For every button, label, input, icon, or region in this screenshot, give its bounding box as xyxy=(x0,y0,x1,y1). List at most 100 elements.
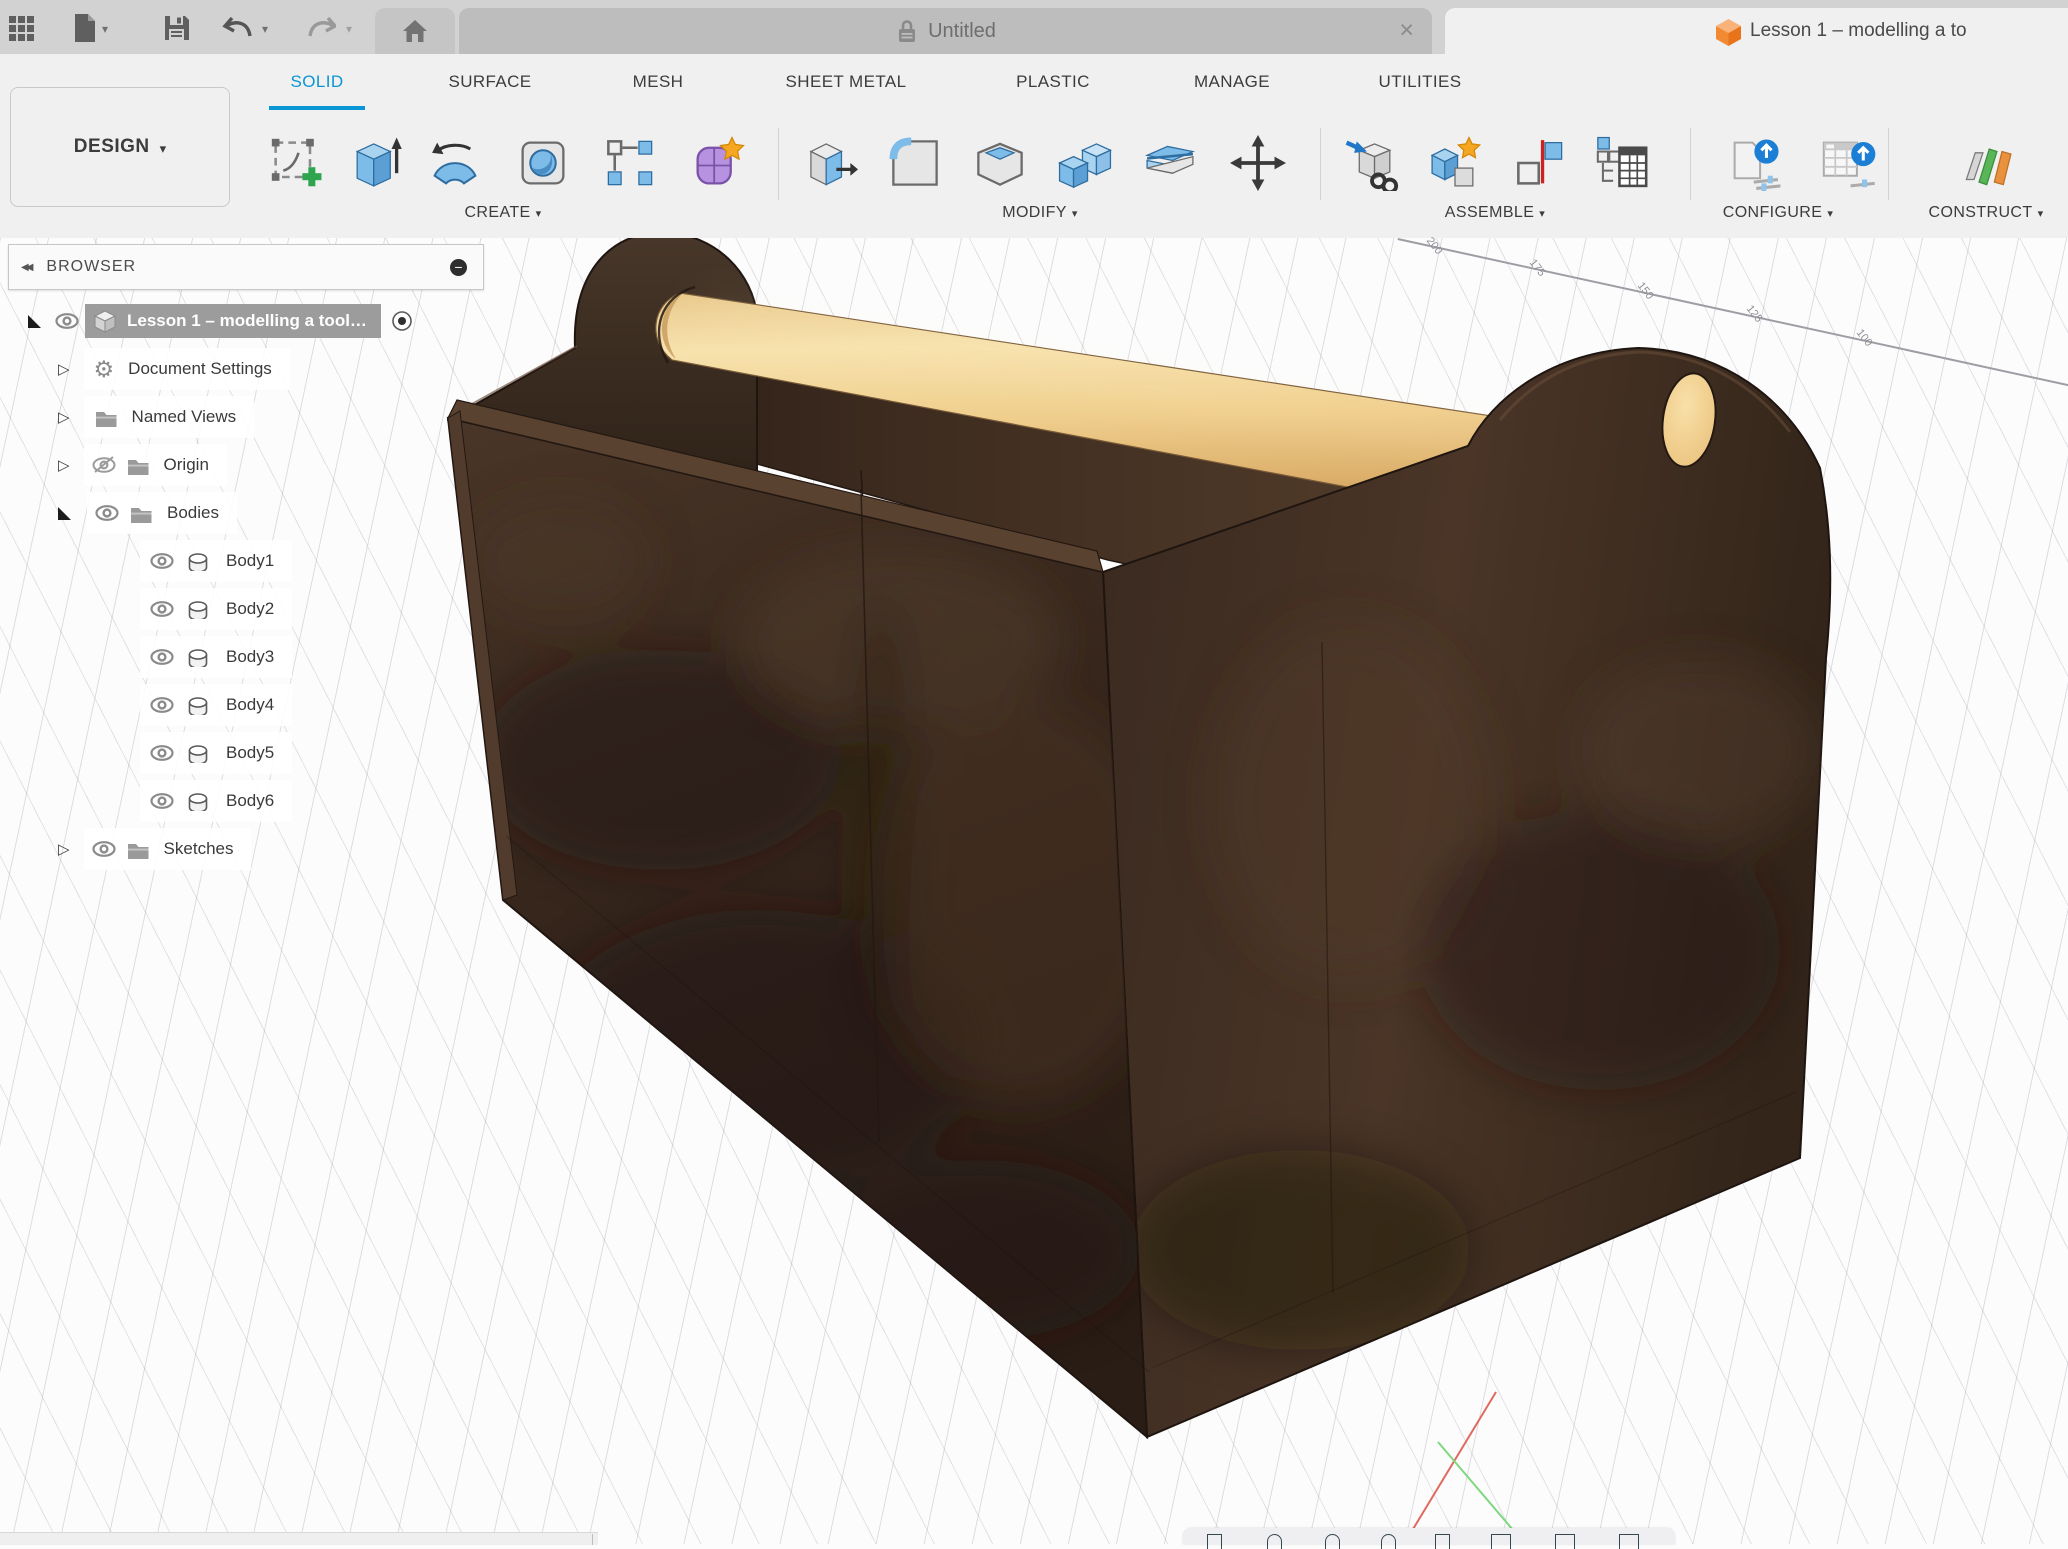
activate-radio-icon[interactable] xyxy=(391,310,413,332)
browser-item-body4[interactable]: Body4 xyxy=(140,684,292,726)
combine-button[interactable] xyxy=(1050,128,1120,198)
visibility-eye-icon[interactable] xyxy=(92,840,116,859)
collapsed-arrow-icon[interactable]: ▷ xyxy=(58,410,70,425)
fusion360-window: { "icons": { "caret_down": "▾", "close":… xyxy=(0,0,2068,1544)
offset-face-button[interactable] xyxy=(1135,128,1205,198)
group-divider xyxy=(1320,128,1321,200)
configuration-button[interactable] xyxy=(1720,128,1790,198)
browser-item-body5[interactable]: Body5 xyxy=(140,732,292,774)
display-settings-icon[interactable] xyxy=(1491,1534,1511,1549)
create-form-button[interactable] xyxy=(683,128,753,198)
group-construct[interactable]: CONSTRUCT▾ xyxy=(1929,204,2044,222)
browser-item-body2[interactable]: Body2 xyxy=(140,588,292,630)
shell-button[interactable] xyxy=(965,128,1035,198)
view-home-icon[interactable] xyxy=(1207,1534,1222,1549)
tree-item-label: Body3 xyxy=(226,647,274,667)
group-configure[interactable]: CONFIGURE▾ xyxy=(1723,204,1834,222)
ribbon-tab-plastic[interactable]: PLASTIC xyxy=(1016,72,1090,92)
zoom-icon[interactable] xyxy=(1381,1534,1396,1549)
visibility-eye-icon[interactable] xyxy=(55,312,79,331)
visibility-eye-icon[interactable] xyxy=(150,648,174,667)
app-launcher-grid-icon[interactable] xyxy=(6,13,36,43)
visibility-eye-icon[interactable] xyxy=(150,744,174,763)
undo-history-caret-icon[interactable]: ▾ xyxy=(262,22,268,36)
file-menu-caret-icon[interactable]: ▾ xyxy=(102,22,108,36)
orbit-icon[interactable] xyxy=(1267,1534,1282,1549)
group-assemble[interactable]: ASSEMBLE▾ xyxy=(1445,204,1545,222)
joint-component-button[interactable] xyxy=(1420,128,1490,198)
document-tab-untitled[interactable]: Untitled × xyxy=(459,8,1432,54)
tree-item-label: Sketches xyxy=(164,839,234,859)
tree-item-label: Body6 xyxy=(226,791,274,811)
browser-item-body6[interactable]: Body6 xyxy=(140,780,292,822)
pan-icon[interactable] xyxy=(1325,1534,1340,1549)
press-pull-button[interactable] xyxy=(795,128,865,198)
ribbon-toolbar: DESIGN ▾ SOLID SURFACE MESH SHEET METAL … xyxy=(0,54,2068,239)
visibility-eye-icon[interactable] xyxy=(95,504,119,523)
expand-icon[interactable] xyxy=(28,315,41,328)
revolve-button[interactable] xyxy=(420,128,490,198)
visibility-eye-icon[interactable] xyxy=(150,792,174,811)
configuration-table-button[interactable] xyxy=(1813,128,1883,198)
redo-icon[interactable] xyxy=(306,13,336,43)
ribbon-tab-solid[interactable]: SOLID xyxy=(290,72,343,92)
tree-item-label: Body5 xyxy=(226,743,274,763)
rectangular-pattern-button[interactable] xyxy=(595,128,665,198)
document-tab-active[interactable]: Lesson 1 – modelling a to xyxy=(1445,8,2068,54)
new-component-button[interactable] xyxy=(1337,128,1407,198)
panel-minus-icon[interactable]: − xyxy=(450,259,467,276)
extrude-button[interactable] xyxy=(340,128,410,198)
browser-item-body1[interactable]: Body1 xyxy=(140,540,292,582)
redo-history-caret-icon[interactable]: ▾ xyxy=(346,22,352,36)
browser-item-named-views[interactable]: ▷ Named Views xyxy=(58,396,254,438)
save-icon[interactable] xyxy=(162,13,192,43)
group-modify[interactable]: MODIFY▾ xyxy=(1002,204,1078,222)
bom-table-button[interactable] xyxy=(1587,128,1657,198)
home-tab[interactable] xyxy=(375,8,455,54)
hole-button[interactable] xyxy=(508,128,578,198)
create-sketch-button[interactable] xyxy=(261,128,331,198)
workspace-caret-icon: ▾ xyxy=(160,138,167,157)
look-at-icon[interactable] xyxy=(1435,1534,1450,1549)
fillet-button[interactable] xyxy=(880,128,950,198)
browser-panel-header[interactable]: ◀◀ BROWSER − xyxy=(8,244,484,290)
timeline-strip[interactable] xyxy=(0,1532,598,1545)
visibility-off-icon[interactable] xyxy=(92,456,116,475)
selected-root-node[interactable]: Lesson 1 – modelling a tool… xyxy=(85,304,381,338)
front-wall[interactable] xyxy=(448,400,1170,1437)
ribbon-tab-utilities[interactable]: UTILITIES xyxy=(1379,72,1462,92)
ribbon-tab-mesh[interactable]: MESH xyxy=(633,72,684,92)
collapse-panel-icon[interactable]: ◀◀ xyxy=(21,262,30,273)
group-create[interactable]: CREATE▾ xyxy=(464,204,541,222)
navigation-bar[interactable] xyxy=(1183,1528,1675,1544)
browser-item-root[interactable]: Lesson 1 – modelling a tool… xyxy=(28,300,413,342)
3d-viewport[interactable]: 200 175 150 125 100 xyxy=(0,238,2068,1544)
file-menu-icon[interactable] xyxy=(70,13,100,43)
browser-item-bodies[interactable]: Bodies xyxy=(58,492,237,534)
close-tab-icon[interactable]: × xyxy=(1399,15,1414,45)
joint-origin-button[interactable] xyxy=(1505,128,1575,198)
move-copy-button[interactable] xyxy=(1223,128,1293,198)
toolbox-model[interactable] xyxy=(0,238,2068,1544)
visibility-eye-icon[interactable] xyxy=(150,600,174,619)
browser-item-origin[interactable]: ▷ Origin xyxy=(58,444,227,486)
ribbon-tab-surface[interactable]: SURFACE xyxy=(448,72,531,92)
construct-plane-button[interactable] xyxy=(1953,128,2023,198)
undo-icon[interactable] xyxy=(222,13,252,43)
ribbon-tab-manage[interactable]: MANAGE xyxy=(1194,72,1270,92)
collapsed-arrow-icon[interactable]: ▷ xyxy=(58,458,70,473)
collapsed-arrow-icon[interactable]: ▷ xyxy=(58,362,70,377)
viewports-icon[interactable] xyxy=(1619,1534,1639,1549)
browser-item-sketches[interactable]: ▷ Sketches xyxy=(58,828,251,870)
visibility-eye-icon[interactable] xyxy=(150,552,174,571)
grid-settings-icon[interactable] xyxy=(1555,1534,1575,1549)
visibility-eye-icon[interactable] xyxy=(150,696,174,715)
browser-item-document-settings[interactable]: ▷ ⚙ Document Settings xyxy=(58,348,290,390)
tree-item-label: Body1 xyxy=(226,551,274,571)
workspace-selector-button[interactable]: DESIGN ▾ xyxy=(10,87,230,207)
ribbon-tab-sheet-metal[interactable]: SHEET METAL xyxy=(786,72,907,92)
collapsed-arrow-icon[interactable]: ▷ xyxy=(58,842,70,857)
expand-icon[interactable] xyxy=(58,507,71,520)
folder-icon xyxy=(129,504,153,523)
browser-item-body3[interactable]: Body3 xyxy=(140,636,292,678)
